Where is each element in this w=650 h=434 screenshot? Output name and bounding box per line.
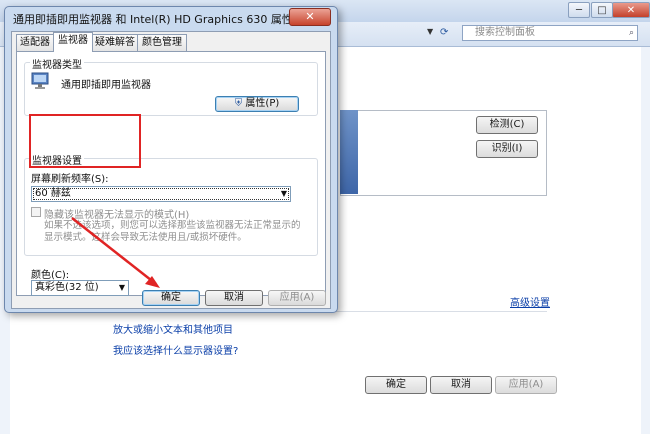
resize-text-link[interactable]: 放大或缩小文本和其他项目 [113, 321, 233, 336]
properties-button-label: 属性(P) [245, 98, 280, 109]
refresh-rate-value: 60 赫兹 [35, 188, 71, 199]
chevron-down-icon: ▼ [118, 283, 125, 292]
refresh-icon[interactable]: ⟳ [440, 27, 448, 38]
monitor-preview-highlight [340, 110, 358, 194]
hide-modes-label: 隐藏该监视器无法显示的模式(H) [44, 210, 190, 221]
monitor-tab-panel: 监视器类型 通用即插即用监视器 ⛨ 属性(P) 监视器设置 屏幕刷新频率(S):… [16, 51, 326, 296]
dialog-apply-button[interactable]: 应用(A) [268, 290, 326, 306]
detect-button[interactable]: 检测(C) [476, 116, 538, 134]
refresh-rate-select[interactable]: 60 赫兹 ▼ [31, 186, 291, 202]
identify-button[interactable]: 识别(I) [476, 140, 538, 158]
tab-troubleshoot[interactable]: 疑难解答 [92, 34, 138, 51]
properties-button[interactable]: ⛨ 属性(P) [215, 96, 299, 112]
cancel-button[interactable]: 取消 [430, 376, 492, 394]
dialog-ok-button[interactable]: 确定 [142, 290, 200, 306]
color-depth-select[interactable]: 真彩色(32 位) ▼ [31, 280, 129, 296]
tab-adapter[interactable]: 适配器 [16, 34, 54, 51]
minimize-button[interactable]: ─ [568, 2, 590, 18]
dialog-title: 通用即插即用监视器 和 Intel(R) HD Graphics 630 属性 [13, 13, 293, 26]
apply-button[interactable]: 应用(A) [495, 376, 557, 394]
hide-modes-note: 如果不选该选项，则您可以选择那些该监视器无法正常显示的显示模式。这样会导致无法使… [44, 220, 301, 243]
monitor-name: 通用即插即用监视器 [61, 80, 151, 91]
dialog-body: 适配器 监视器 疑难解答 颜色管理 监视器类型 通用即插即用监视器 ⛨ 属性(P… [11, 31, 331, 309]
color-label: 颜色(C): [31, 270, 70, 281]
dialog-close-button[interactable]: ✕ [289, 8, 331, 26]
monitor-type-label: 监视器类型 [30, 56, 84, 71]
maximize-button[interactable]: □ [591, 2, 613, 18]
refresh-rate-label: 屏幕刷新频率(S): [31, 174, 109, 185]
highlight-box [29, 114, 141, 168]
monitor-icon [31, 72, 49, 89]
shield-icon: ⛨ [234, 98, 243, 109]
tab-color-management[interactable]: 颜色管理 [137, 34, 187, 51]
color-depth-value: 真彩色(32 位) [35, 282, 99, 293]
ok-button[interactable]: 确定 [365, 376, 427, 394]
display-settings-help-link[interactable]: 我应该选择什么显示器设置? [113, 342, 238, 357]
search-icon: ⌕ [629, 28, 635, 38]
right-edge [641, 47, 650, 434]
advanced-settings-link[interactable]: 高级设置 [510, 294, 550, 309]
chevron-down-icon[interactable]: ▼ [427, 27, 433, 36]
tab-monitor[interactable]: 监视器 [53, 32, 93, 52]
dialog-cancel-button[interactable]: 取消 [205, 290, 263, 306]
chevron-down-icon: ▼ [280, 189, 287, 198]
window-close-button[interactable]: ✕ [612, 2, 650, 18]
hide-modes-checkbox[interactable] [31, 207, 41, 217]
search-input[interactable]: 搜索控制面板 [462, 25, 638, 41]
